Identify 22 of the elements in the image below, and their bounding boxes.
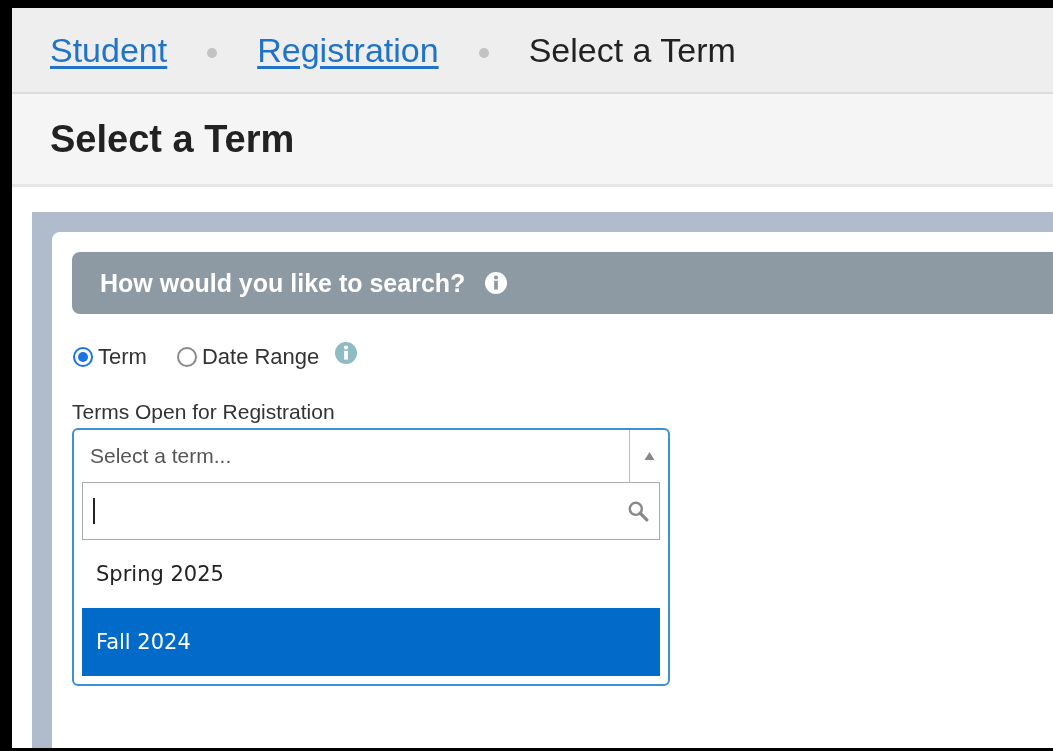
info-icon[interactable]	[335, 342, 358, 364]
dropdown-option[interactable]: Spring 2025	[82, 540, 660, 608]
caret-icon[interactable]	[643, 452, 655, 460]
page-title: Select a Term	[50, 117, 295, 161]
breadcrumb-current: Select a Term	[528, 30, 736, 70]
radio-button[interactable]	[73, 347, 93, 367]
search-field[interactable]	[82, 482, 660, 540]
breadcrumb-link[interactable]: Student	[50, 30, 168, 70]
separator-dot	[207, 48, 218, 58]
section-heading: How would you like to search?	[100, 268, 466, 298]
text-cursor	[93, 498, 95, 524]
breadcrumb-link[interactable]: Registration	[257, 30, 439, 70]
info-icon[interactable]	[485, 272, 508, 294]
term-dropdown[interactable]: Select a term... Spring 2025 Fall 2024	[72, 428, 670, 686]
radio-button[interactable]	[176, 347, 197, 367]
search-icon	[627, 500, 649, 522]
radio-option[interactable]: Term	[73, 344, 147, 370]
separator-dot	[478, 48, 489, 58]
dropdown-option[interactable]: Fall 2024	[82, 608, 660, 676]
field-label: Terms Open for Registration	[72, 400, 336, 424]
radio-option[interactable]: Date Range	[176, 344, 320, 370]
dropdown-placeholder: Select a term...	[89, 443, 233, 469]
